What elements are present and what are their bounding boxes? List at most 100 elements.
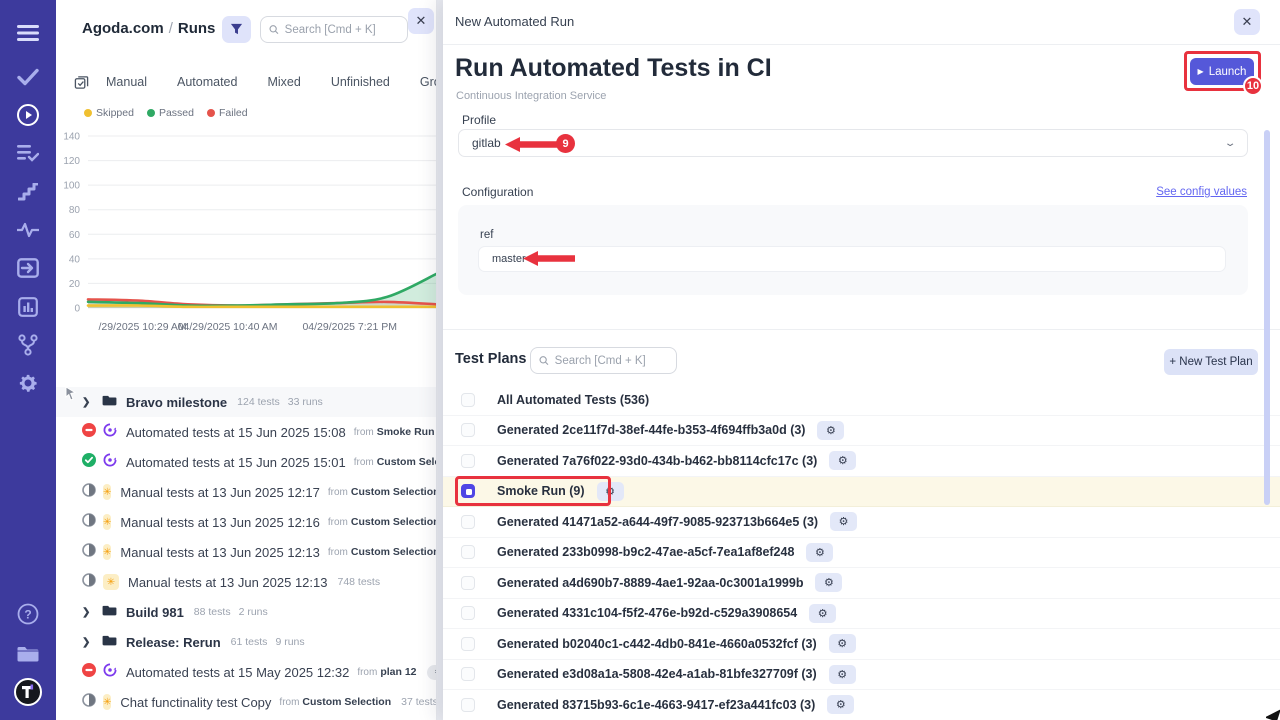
sidebar-projects-folder-icon[interactable] bbox=[0, 637, 56, 669]
chevron-right-icon[interactable]: ❯ bbox=[82, 607, 98, 618]
modal-close-button[interactable]: ✕ bbox=[1234, 9, 1260, 35]
run-row[interactable]: ✳Manual tests at 13 Jun 2025 12:13fromCu… bbox=[56, 537, 437, 567]
run-row[interactable]: ✳Chat functinality test CopyfromCustom S… bbox=[56, 687, 437, 717]
tab-manual[interactable]: Manual bbox=[91, 75, 162, 89]
test-plans-search[interactable] bbox=[530, 347, 677, 374]
chevron-right-icon[interactable]: ❯ bbox=[82, 637, 98, 648]
run-source[interactable]: Custom Selection bbox=[351, 516, 437, 528]
runs-search-input[interactable] bbox=[285, 24, 399, 36]
tab-mixed[interactable]: Mixed bbox=[252, 75, 315, 89]
sidebar-logo-avatar[interactable] bbox=[0, 676, 56, 708]
new-test-plan-button[interactable]: + New Test Plan bbox=[1164, 349, 1258, 375]
launch-button[interactable]: ▶ Launch bbox=[1190, 58, 1254, 85]
plan-name[interactable]: All Automated Tests (536) bbox=[497, 393, 649, 407]
plan-settings-button[interactable]: ⚙ bbox=[806, 543, 833, 562]
plan-checkbox[interactable] bbox=[461, 576, 475, 590]
test-plan-row[interactable]: Generated 41471a52-a644-49f7-9085-923713… bbox=[443, 507, 1280, 538]
run-row[interactable]: Automated tests at 15 May 2025 12:32from… bbox=[56, 657, 437, 687]
test-plan-row[interactable]: All Automated Tests (536) bbox=[443, 385, 1280, 416]
plan-settings-button[interactable]: ⚙ bbox=[817, 421, 844, 440]
run-folder-row[interactable]: ❯Bravo milestone124 tests33 runs bbox=[56, 387, 437, 417]
tab-unfinished[interactable]: Unfinished bbox=[316, 75, 405, 89]
run-folder-row[interactable]: ❯Release: Rerun61 tests9 runs bbox=[56, 627, 437, 657]
run-folder-name[interactable]: Release: Rerun bbox=[126, 635, 221, 650]
plan-checkbox[interactable] bbox=[461, 545, 475, 559]
run-source[interactable]: Custom Selection bbox=[302, 696, 391, 708]
breadcrumb-project[interactable]: Agoda.com bbox=[82, 20, 164, 37]
test-plan-row[interactable]: Generated 2ce11f7d-38ef-44fe-b353-4f694f… bbox=[443, 416, 1280, 447]
test-plan-row[interactable]: Generated e3d08a1a-5808-42e4-a1ab-81bfe3… bbox=[443, 660, 1280, 691]
plan-name[interactable]: Generated 2ce11f7d-38ef-44fe-b353-4f694f… bbox=[497, 423, 805, 437]
plan-checkbox[interactable] bbox=[461, 606, 475, 620]
plan-checkbox[interactable] bbox=[461, 393, 475, 407]
run-name[interactable]: Manual tests at 13 Jun 2025 12:13 bbox=[120, 545, 319, 560]
sidebar-runs-play-icon[interactable] bbox=[0, 99, 56, 131]
plan-name[interactable]: Generated 4331c104-f5f2-476e-b92d-c529a3… bbox=[497, 606, 797, 620]
tab-automated[interactable]: Automated bbox=[162, 75, 252, 89]
test-plan-row[interactable]: Generated 233b0998-b9c2-47ae-a5cf-7ea1af… bbox=[443, 538, 1280, 569]
plan-checkbox[interactable] bbox=[461, 515, 475, 529]
breadcrumb-page[interactable]: Runs bbox=[178, 20, 216, 37]
sidebar-settings-gear-icon[interactable] bbox=[0, 367, 56, 399]
plan-checkbox[interactable] bbox=[461, 698, 475, 712]
plan-settings-button[interactable]: ⚙ bbox=[597, 482, 624, 501]
test-plan-row[interactable]: Generated 7a76f022-93d0-434b-b462-bb8114… bbox=[443, 446, 1280, 477]
test-plan-row[interactable]: Generated 83715b93-6c1e-4663-9417-ef23a4… bbox=[443, 690, 1280, 720]
sidebar-steps-icon[interactable] bbox=[0, 176, 56, 208]
run-name[interactable]: Manual tests at 13 Jun 2025 12:16 bbox=[120, 515, 319, 530]
run-folder-name[interactable]: Bravo milestone bbox=[126, 395, 227, 410]
plan-name[interactable]: Generated b02040c1-c442-4db0-841e-4660a0… bbox=[497, 637, 817, 651]
filter-button[interactable] bbox=[222, 16, 251, 43]
plan-settings-button[interactable]: ⚙ bbox=[809, 604, 836, 623]
run-source[interactable]: Custom Selection bbox=[351, 546, 437, 558]
run-source[interactable]: plan 12 bbox=[380, 666, 416, 678]
run-source[interactable]: Smoke Run bbox=[377, 426, 435, 438]
sidebar-test-plans-list-icon[interactable] bbox=[0, 137, 56, 169]
plan-name[interactable]: Generated a4d690b7-8889-4ae1-92aa-0c3001… bbox=[497, 576, 803, 590]
select-runs-icon[interactable] bbox=[74, 75, 89, 90]
run-name[interactable]: Automated tests at 15 Jun 2025 15:08 bbox=[126, 425, 346, 440]
plan-name[interactable]: Generated 41471a52-a644-49f7-9085-923713… bbox=[497, 515, 818, 529]
plan-settings-button[interactable]: ⚙ bbox=[829, 665, 856, 684]
sidebar-branch-icon[interactable] bbox=[0, 329, 56, 361]
test-plan-row[interactable]: Smoke Run (9) ⚙ bbox=[443, 477, 1280, 508]
run-source[interactable]: Custom Selection bbox=[351, 486, 437, 498]
plan-name[interactable]: Smoke Run (9) bbox=[497, 484, 585, 498]
see-config-values-link[interactable]: See config values bbox=[1156, 186, 1247, 198]
run-row[interactable]: Automated tests at 15 Jun 2025 15:01from… bbox=[56, 447, 437, 477]
plan-checkbox[interactable] bbox=[461, 667, 475, 681]
run-source[interactable]: Custom Selection bbox=[377, 456, 437, 468]
sidebar-pulse-icon[interactable] bbox=[0, 214, 56, 246]
test-plans-search-input[interactable] bbox=[555, 355, 668, 367]
plan-settings-button[interactable]: ⚙ bbox=[829, 634, 856, 653]
run-row[interactable]: Automated tests at 15 Jun 2025 15:08from… bbox=[56, 417, 437, 447]
plan-checkbox[interactable] bbox=[461, 423, 475, 437]
plan-name[interactable]: Generated e3d08a1a-5808-42e4-a1ab-81bfe3… bbox=[497, 667, 817, 681]
plan-settings-button[interactable]: ⚙ bbox=[827, 695, 854, 714]
test-badge[interactable]: ⚙test bbox=[427, 665, 438, 680]
run-name[interactable]: Manual tests at 13 Jun 2025 12:17 bbox=[120, 485, 319, 500]
run-name[interactable]: Chat functinality test Copy bbox=[120, 695, 271, 710]
run-folder-name[interactable]: Build 981 bbox=[126, 605, 184, 620]
sidebar-import-icon[interactable] bbox=[0, 252, 56, 284]
tab-groups[interactable]: Groups bbox=[405, 75, 437, 89]
run-row[interactable]: ✳Manual tests at 13 Jun 2025 12:16fromCu… bbox=[56, 507, 437, 537]
plan-checkbox[interactable] bbox=[461, 454, 475, 468]
test-plan-row[interactable]: Generated 4331c104-f5f2-476e-b92d-c529a3… bbox=[443, 599, 1280, 630]
plan-settings-button[interactable]: ⚙ bbox=[829, 451, 856, 470]
panel-close-button[interactable]: ✕ bbox=[408, 8, 434, 34]
sidebar-analytics-icon[interactable] bbox=[0, 291, 56, 323]
plan-name[interactable]: Generated 83715b93-6c1e-4663-9417-ef23a4… bbox=[497, 698, 815, 712]
ref-input[interactable] bbox=[478, 246, 1226, 272]
run-row[interactable]: ✳Manual tests at 13 Jun 2025 12:17fromCu… bbox=[56, 477, 437, 507]
test-plan-row[interactable]: Generated a4d690b7-8889-4ae1-92aa-0c3001… bbox=[443, 568, 1280, 599]
plan-settings-button[interactable]: ⚙ bbox=[830, 512, 857, 531]
run-row[interactable]: ✳Manual tests at 13 Jun 2025 12:13748 te… bbox=[56, 567, 437, 597]
runs-search[interactable] bbox=[260, 16, 408, 43]
plan-name[interactable]: Generated 233b0998-b9c2-47ae-a5cf-7ea1af… bbox=[497, 545, 794, 559]
plan-checkbox[interactable] bbox=[461, 637, 475, 651]
sidebar-tests-check-icon[interactable] bbox=[0, 61, 56, 93]
profile-select[interactable]: gitlab ⌄ bbox=[458, 129, 1248, 157]
run-folder-row[interactable]: ❯Build 98188 tests2 runs bbox=[56, 597, 437, 627]
run-name[interactable]: Automated tests at 15 May 2025 12:32 bbox=[126, 665, 349, 680]
